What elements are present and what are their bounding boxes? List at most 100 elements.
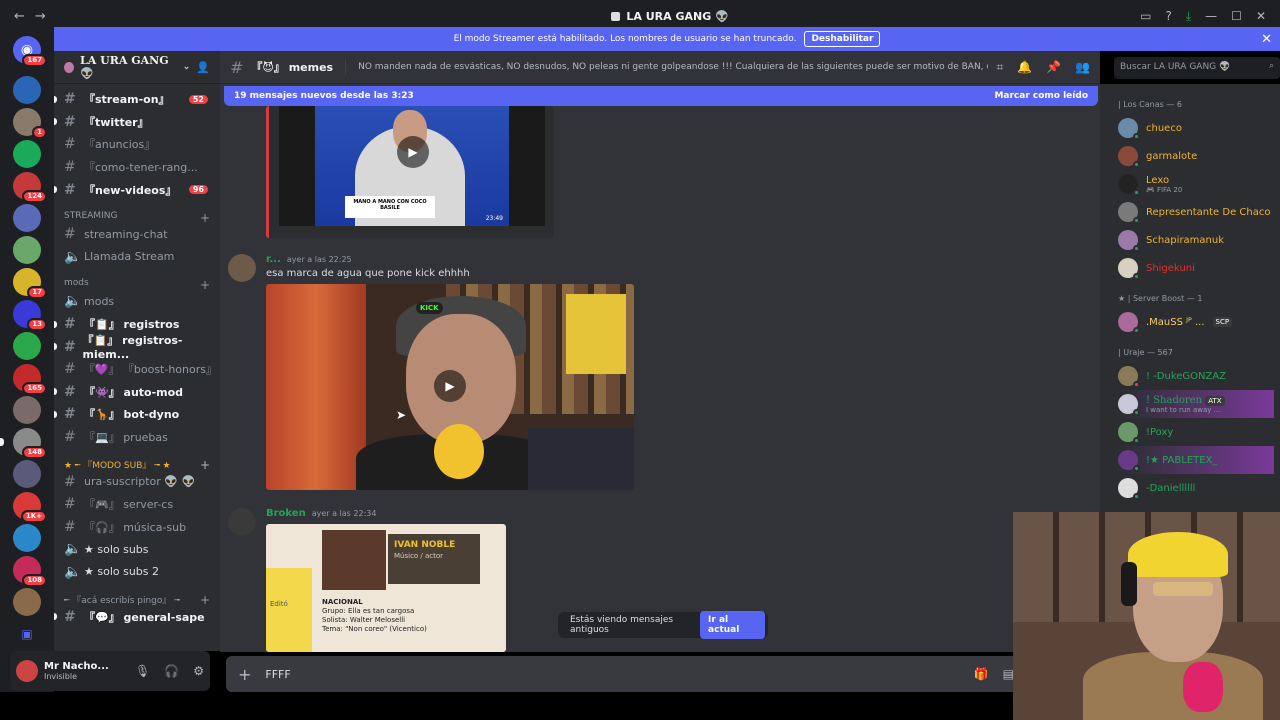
member-item[interactable]: ! Shadoren ATX I want to run away ... bbox=[1118, 390, 1274, 418]
category-aca-escribis[interactable]: ╾ 『acá escribís pingo』 ╼ + bbox=[60, 583, 214, 607]
server-icon[interactable]: 108 bbox=[13, 556, 47, 587]
avatar[interactable] bbox=[228, 254, 256, 282]
server-icon[interactable] bbox=[13, 588, 41, 616]
forward-arrow-icon[interactable]: → bbox=[35, 9, 46, 24]
channel-boost-honors[interactable]: # 『💜』 『boost-honors』 bbox=[60, 358, 217, 381]
channel-bot-dyno[interactable]: # 『🦒』 bot-dyno bbox=[54, 403, 214, 426]
member-item[interactable]: Representante De Chaco bbox=[1118, 198, 1274, 226]
mark-as-read-button[interactable]: Marcar como leído bbox=[994, 91, 1088, 101]
channel-stream-on[interactable]: # 『stream-on』 52 bbox=[54, 88, 214, 111]
channel-ura-suscriptor[interactable]: # ura-suscriptor 👽 👽 bbox=[60, 470, 214, 493]
channel-twitter[interactable]: # 『twitter』 bbox=[54, 111, 214, 134]
headphones-icon[interactable]: 🎧 bbox=[164, 664, 179, 678]
server-icon[interactable] bbox=[13, 396, 41, 424]
play-button[interactable]: ▶ bbox=[434, 370, 466, 402]
guild-header[interactable]: LA URA GANG 👽 ⌄ 👤 bbox=[54, 51, 220, 84]
home-button[interactable]: ◉ 167 bbox=[13, 36, 47, 67]
message-composer[interactable]: + FFFF 🎁 ▤ bbox=[226, 656, 1026, 692]
download-icon[interactable]: ⤓ bbox=[1186, 9, 1191, 24]
channel-topic[interactable]: NO manden nada de esvásticas, NO desnudo… bbox=[358, 62, 988, 72]
server-icon[interactable] bbox=[13, 460, 41, 488]
new-messages-bar[interactable]: 19 mensajes nuevos desde las 3:23 Marcar… bbox=[224, 86, 1098, 106]
member-item[interactable]: chueco bbox=[1118, 114, 1274, 142]
server-icon[interactable]: 165 bbox=[13, 364, 47, 395]
add-attachment-icon[interactable]: + bbox=[238, 665, 251, 684]
member-item[interactable]: ! -DukeGONZAZ bbox=[1118, 362, 1274, 390]
server-icon[interactable] bbox=[13, 204, 41, 232]
add-channel-icon[interactable]: + bbox=[200, 211, 210, 225]
jump-to-present-button[interactable]: Ir al actual bbox=[700, 611, 765, 639]
disable-streamer-button[interactable]: Deshabilitar bbox=[804, 31, 881, 47]
message-author[interactable]: Broken bbox=[266, 508, 306, 519]
bell-icon[interactable]: 🔔 bbox=[1017, 60, 1032, 75]
add-channel-icon[interactable]: + bbox=[200, 278, 210, 292]
inbox-icon[interactable]: ▭ bbox=[1140, 9, 1151, 23]
server-icon[interactable]: 17 bbox=[13, 268, 47, 299]
server-icon[interactable] bbox=[13, 76, 41, 104]
member-item[interactable]: Lexo 🎮 FIFA 20 bbox=[1118, 170, 1274, 198]
channel-label: 『anuncios』 bbox=[84, 138, 156, 152]
channel-anuncios[interactable]: # 『anuncios』 bbox=[60, 133, 214, 156]
message-input[interactable]: FFFF bbox=[265, 668, 290, 681]
channel-server-cs[interactable]: # 『🎮』 server-cs bbox=[60, 493, 214, 516]
server-icon[interactable] bbox=[13, 524, 41, 552]
member-item[interactable]: -Daniellllll bbox=[1118, 474, 1274, 502]
pin-icon[interactable]: 📌 bbox=[1046, 60, 1061, 75]
category-streaming[interactable]: STREAMING + bbox=[60, 201, 214, 225]
message-author[interactable]: r... bbox=[266, 254, 281, 265]
voice-channel-mods[interactable]: 🔈 mods bbox=[60, 290, 214, 313]
channel-streaming-chat[interactable]: # streaming-chat bbox=[60, 223, 214, 246]
server-icon[interactable]: 1 bbox=[13, 108, 47, 139]
channel-general-sape[interactable]: # 『💬』 general-sape bbox=[54, 605, 214, 628]
server-icon[interactable]: 1K+ bbox=[13, 492, 47, 523]
search-input[interactable]: Buscar LA URA GANG 👽 ⌕ bbox=[1114, 57, 1280, 79]
close-banner-icon[interactable]: ✕ bbox=[1261, 32, 1272, 47]
threads-icon[interactable]: ⌗ bbox=[996, 60, 1003, 75]
channel-new-videos[interactable]: # 『new-videos』 96 bbox=[54, 178, 214, 201]
server-icon[interactable]: 124 bbox=[13, 172, 47, 203]
member-item[interactable]: garmalote bbox=[1118, 142, 1274, 170]
server-icon[interactable] bbox=[13, 140, 41, 168]
server-icon[interactable]: 148 bbox=[0, 428, 47, 459]
member-item[interactable]: Schapiramanuk bbox=[1118, 226, 1274, 254]
hash-icon: # bbox=[64, 113, 76, 130]
avatar[interactable] bbox=[228, 508, 256, 536]
server-icon[interactable]: 13 bbox=[13, 300, 47, 331]
member-item[interactable]: !Poxy bbox=[1118, 418, 1274, 446]
channel-como-tener-rango[interactable]: # 『como-tener-rang... bbox=[60, 156, 214, 179]
video-attachment[interactable]: KICK ▶ bbox=[266, 284, 634, 490]
channel-registros-miembros[interactable]: # 『📋』 registros-miem... bbox=[54, 334, 214, 361]
back-arrow-icon[interactable]: ← bbox=[14, 9, 25, 24]
members-icon[interactable]: 👥 bbox=[1075, 60, 1090, 75]
channel-musica-sub[interactable]: # 『🎧』 música-sub bbox=[60, 516, 214, 539]
message-list[interactable]: 19 mensajes nuevos desde las 3:23 Marcar… bbox=[220, 84, 1100, 652]
play-button[interactable]: ▶ bbox=[397, 136, 429, 168]
video-embed[interactable]: MANO A MANO CON COCO BASILE 23:49 ▶ bbox=[266, 106, 554, 238]
category-mods[interactable]: mods + bbox=[60, 268, 214, 292]
avatar[interactable] bbox=[16, 660, 38, 682]
member-item[interactable]: .MauSS ᴶᴾ ... SCP bbox=[1118, 308, 1274, 336]
add-member-icon[interactable]: 👤 bbox=[196, 61, 210, 74]
folder-icon[interactable]: ▣ bbox=[13, 620, 41, 648]
member-item[interactable]: Shigekuni bbox=[1118, 254, 1274, 282]
microphone-icon[interactable]: 🎙 bbox=[135, 664, 150, 678]
member-item[interactable]: !★ PABLETEX_ bbox=[1118, 446, 1274, 474]
voice-channel-solo-subs[interactable]: 🔈 ★ solo subs bbox=[60, 538, 214, 561]
video-thumbnail[interactable]: MANO A MANO CON COCO BASILE 23:49 ▶ bbox=[279, 106, 545, 226]
gift-icon[interactable]: 🎁 bbox=[974, 667, 989, 681]
channel-pruebas[interactable]: # 『💻』 pruebas bbox=[60, 426, 214, 449]
minimize-icon[interactable]: — bbox=[1205, 9, 1217, 23]
channel-auto-mod[interactable]: # 『👾』 auto-mod bbox=[54, 381, 214, 404]
help-icon[interactable]: ? bbox=[1165, 9, 1171, 23]
voice-channel-solo-subs-2[interactable]: 🔈 ★ solo subs 2 bbox=[60, 561, 214, 584]
maximize-icon[interactable]: ☐ bbox=[1231, 9, 1242, 23]
gear-icon[interactable]: ⚙ bbox=[193, 664, 204, 678]
voice-channel-llamada-stream[interactable]: 🔈 Llamada Stream bbox=[60, 246, 214, 269]
add-channel-icon[interactable]: + bbox=[200, 593, 210, 607]
close-window-icon[interactable]: ✕ bbox=[1256, 9, 1266, 23]
add-channel-icon[interactable]: + bbox=[200, 458, 210, 472]
image-attachment[interactable]: IVAN NOBLE Músico / actor Editó NACIONAL… bbox=[266, 524, 506, 652]
server-icon[interactable] bbox=[13, 236, 41, 264]
category-modo-sub[interactable]: ★ ╾ 『MODO SUB』 ╼ ★ + bbox=[60, 448, 214, 472]
server-icon[interactable] bbox=[13, 332, 41, 360]
